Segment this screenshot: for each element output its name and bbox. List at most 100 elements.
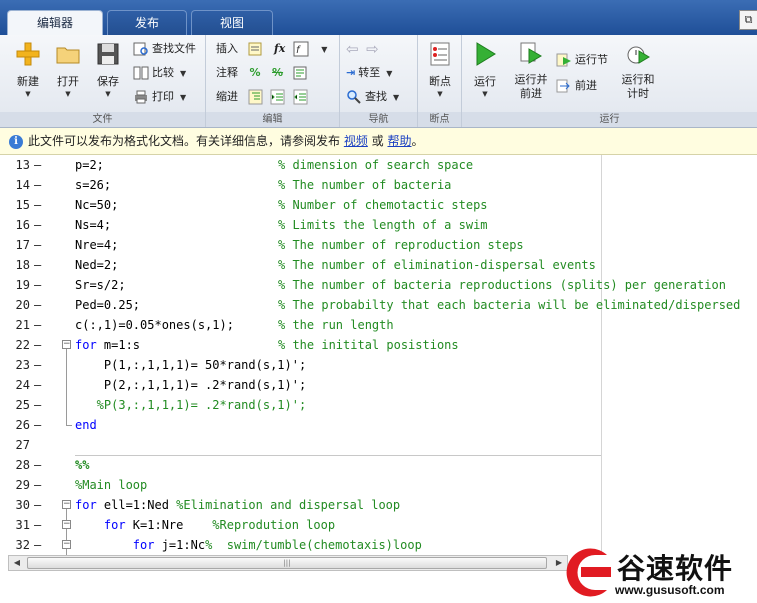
keyword: for bbox=[75, 338, 97, 352]
breakpoint-marker[interactable]: – bbox=[34, 535, 41, 555]
breakpoint-marker[interactable]: – bbox=[34, 235, 41, 255]
code-fold-icon[interactable]: − bbox=[62, 540, 71, 549]
breakpoint-marker[interactable]: – bbox=[34, 355, 41, 375]
help-link[interactable]: 帮助 bbox=[387, 134, 411, 148]
code-line[interactable]: 16– Ns=4; % Limits the length of a swim bbox=[0, 215, 757, 235]
insert-function-icon: f bbox=[293, 41, 309, 57]
forward-arrow-icon[interactable]: ⇨ bbox=[366, 40, 379, 58]
code-line[interactable]: 18– Ned=2; % The number of elimination-dis… bbox=[0, 255, 757, 275]
breakpoint-marker[interactable]: – bbox=[34, 175, 41, 195]
goto-button[interactable]: ⇥ 转至 ▼ bbox=[346, 62, 392, 84]
run-section-icon bbox=[556, 53, 571, 67]
tab-view[interactable]: 视图 bbox=[191, 10, 273, 35]
code-fold-icon[interactable]: − bbox=[62, 520, 71, 529]
ribbon: 新建 ▼ 打开 ▼ 保存 ▼ 查找文件 比较 ▼ 打印 ▼ 文件 插入 fx f… bbox=[0, 35, 757, 128]
run-and-time-button[interactable]: 运行和 计时 bbox=[615, 39, 661, 101]
breakpoint-marker[interactable]: – bbox=[34, 515, 41, 535]
code-statement: m=1:s bbox=[96, 338, 141, 352]
open-button[interactable]: 打开 ▼ bbox=[48, 39, 88, 99]
code-line[interactable]: 17– Nre=4; % The number of reproduction st… bbox=[0, 235, 757, 255]
group-file: 新建 ▼ 打开 ▼ 保存 ▼ 查找文件 比较 ▼ 打印 ▼ 文件 bbox=[0, 35, 206, 127]
code-line[interactable]: 20– Ped=0.25; % The probabilty that each b… bbox=[0, 295, 757, 315]
increase-indent-icon[interactable] bbox=[270, 89, 286, 105]
keyword: for bbox=[75, 538, 155, 552]
goto-arrow-icon: ⇥ bbox=[346, 66, 356, 79]
code-line[interactable]: 14– s=26; % The number of bacteria bbox=[0, 175, 757, 195]
breakpoints-button[interactable]: 断点 ▼ bbox=[420, 39, 460, 99]
new-button[interactable]: 新建 ▼ bbox=[8, 39, 48, 99]
run-advance-label: 运行并 前进 bbox=[514, 73, 548, 100]
code-text: %Main loop bbox=[75, 475, 147, 495]
find-button[interactable]: 查找 ▼ bbox=[346, 86, 399, 108]
print-button[interactable]: 打印 ▼ bbox=[133, 86, 186, 108]
advance-button[interactable]: 前进 bbox=[556, 75, 597, 97]
breakpoint-marker[interactable]: – bbox=[34, 195, 41, 215]
comment-button[interactable]: 注释 % % bbox=[216, 62, 312, 84]
code-fold-icon[interactable]: − bbox=[62, 340, 71, 349]
breakpoint-marker[interactable]: – bbox=[34, 315, 41, 335]
line-comment: % Limits the length of a swim bbox=[278, 218, 488, 232]
tab-editor[interactable]: 编辑器 bbox=[7, 10, 103, 35]
breakpoint-marker[interactable]: – bbox=[34, 495, 41, 515]
code-line[interactable]: 30– for ell=1:Ned %Elimination and disper… bbox=[0, 495, 757, 515]
line-comment: % the run length bbox=[278, 318, 394, 332]
breakpoint-marker[interactable]: – bbox=[34, 395, 41, 415]
breakpoint-marker[interactable]: – bbox=[34, 215, 41, 235]
tab-publish[interactable]: 发布 bbox=[107, 10, 187, 35]
breakpoint-marker[interactable]: – bbox=[34, 375, 41, 395]
code-line[interactable]: 25– %P(3,:,1,1,1)= .2*rand(s,1)'; bbox=[0, 395, 757, 415]
code-line[interactable]: 28–%% bbox=[0, 455, 757, 475]
open-label: 打开 bbox=[57, 75, 79, 88]
run-and-advance-button[interactable]: 运行并 前进 bbox=[506, 39, 556, 101]
breakpoint-marker[interactable]: – bbox=[34, 255, 41, 275]
wrap-comments-icon[interactable] bbox=[293, 65, 309, 81]
code-line[interactable]: 19– Sr=s/2; % The number of bacteria repro… bbox=[0, 275, 757, 295]
code-editor[interactable]: 13– p=2;% dimension of search space 14– s=2… bbox=[0, 155, 757, 555]
line-number: 15 bbox=[15, 198, 30, 212]
run-button[interactable]: 运行 ▼ bbox=[465, 39, 505, 99]
breakpoint-marker[interactable]: – bbox=[34, 475, 41, 495]
code-line[interactable]: 29– %Main loop bbox=[0, 475, 757, 495]
scrollbar-thumb[interactable]: ||| bbox=[27, 557, 547, 569]
back-forward-buttons[interactable]: ⇦ ⇨ bbox=[346, 38, 379, 60]
code-line[interactable]: 24– P(2,:,1,1,1)= .2*rand(s,1)'; bbox=[0, 375, 757, 395]
smart-indent-icon[interactable] bbox=[248, 89, 264, 105]
code-line[interactable]: 26– end bbox=[0, 415, 757, 435]
window-control-icon[interactable]: ⧉ bbox=[739, 10, 757, 30]
code-line[interactable]: 31– for K=1:Nre %Reprodution loop bbox=[0, 515, 757, 535]
comment-percent-icon[interactable]: % bbox=[250, 66, 261, 79]
find-files-button[interactable]: 查找文件 bbox=[133, 38, 196, 60]
breakpoint-marker[interactable]: – bbox=[34, 275, 41, 295]
decrease-indent-icon[interactable] bbox=[293, 89, 309, 105]
line-number: 29 bbox=[15, 478, 30, 492]
line-number: 22 bbox=[15, 338, 30, 352]
breakpoint-marker[interactable]: – bbox=[34, 295, 41, 315]
uncomment-percent-icon[interactable]: % bbox=[272, 66, 283, 79]
fx-function-icon[interactable]: fx bbox=[274, 42, 285, 55]
video-link[interactable]: 视频 bbox=[344, 134, 368, 148]
back-arrow-icon[interactable]: ⇦ bbox=[346, 40, 359, 58]
breakpoint-marker[interactable]: – bbox=[34, 335, 41, 355]
compare-button[interactable]: 比较 ▼ bbox=[133, 62, 186, 84]
line-comment: % The number of elimination-dispersal ev… bbox=[278, 258, 596, 272]
code-line[interactable]: 21– c(:,1)=0.05*ones(s,1); % the run lengt… bbox=[0, 315, 757, 335]
code-fold-icon[interactable]: − bbox=[62, 500, 71, 509]
save-button[interactable]: 保存 ▼ bbox=[88, 39, 128, 99]
run-section-button[interactable]: 运行节 bbox=[556, 49, 608, 71]
group-edit-label: 编辑 bbox=[206, 112, 339, 127]
horizontal-scrollbar[interactable]: ◀ ||| ▶ bbox=[8, 555, 568, 571]
breakpoint-marker[interactable]: – bbox=[34, 455, 41, 475]
code-line[interactable]: 23– P(1,:,1,1,1)= 50*rand(s,1)'; bbox=[0, 355, 757, 375]
breakpoint-marker[interactable]: – bbox=[34, 155, 41, 175]
line-number: 30 bbox=[15, 498, 30, 512]
indent-button[interactable]: 缩进 bbox=[216, 86, 312, 108]
scroll-left-arrow-icon[interactable]: ◀ bbox=[9, 556, 25, 570]
group-breakpoints-label: 断点 bbox=[418, 112, 461, 127]
code-line[interactable]: 13– p=2; % dimension of search space bbox=[0, 155, 757, 175]
insert-button[interactable]: 插入 fx f ▼ bbox=[216, 38, 327, 60]
code-line[interactable]: 22– for m=1:s % the initital posistions bbox=[0, 335, 757, 355]
run-section-label: 运行节 bbox=[575, 53, 608, 66]
breakpoint-marker[interactable]: – bbox=[34, 415, 41, 435]
code-line[interactable]: 27– bbox=[0, 435, 757, 455]
code-line[interactable]: 15– Nc=50; % Number of chemotactic steps bbox=[0, 195, 757, 215]
